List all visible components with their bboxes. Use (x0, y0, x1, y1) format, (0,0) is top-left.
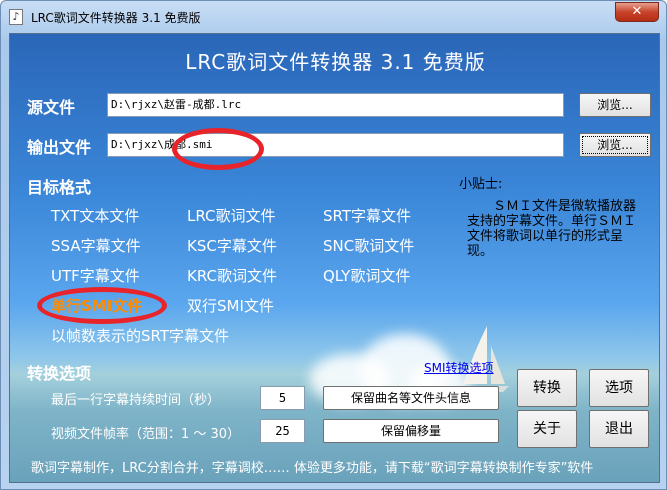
tips-text: ＳＭＩ文件是微软播放器支持的字幕文件。单行ＳＭＩ文件将歌词以单行的形式呈现。 (467, 199, 637, 259)
title-bar: ♪ LRC歌词文件转换器 3.1 免费版 ✕ (1, 1, 666, 33)
close-button[interactable]: ✕ (615, 2, 659, 22)
format-qly[interactable]: QLY歌词文件 (323, 265, 410, 286)
footer-promo-text: 歌词字幕制作，LRC分割合并，字幕调校…… 体验更多功能，请下载“歌词字幕转换制… (31, 461, 594, 476)
source-label: 源文件 (27, 98, 76, 117)
format-krc[interactable]: KRC歌词文件 (187, 265, 277, 286)
app-header-title: LRC歌词文件转换器 3.1 免费版 (185, 50, 486, 74)
about-button[interactable]: 关于 (517, 410, 577, 448)
format-ksc[interactable]: KSC字幕文件 (187, 235, 277, 256)
fps-input[interactable]: 25 (260, 419, 305, 443)
window-title: LRC歌词文件转换器 3.1 免费版 (31, 11, 201, 25)
exit-button[interactable]: 退出 (589, 410, 649, 448)
smi-options-link[interactable]: SMI转换选项 (424, 359, 494, 376)
format-snc[interactable]: SNC歌词文件 (323, 235, 414, 256)
source-browse-button[interactable]: 浏览... (579, 93, 651, 117)
format-txt[interactable]: TXT文本文件 (51, 205, 139, 226)
format-double-smi[interactable]: 双行SMI文件 (187, 295, 274, 316)
last-line-duration-input[interactable]: 5 (260, 386, 305, 410)
annotation-circle (37, 287, 167, 324)
main-panel: LRC歌词文件转换器 3.1 免费版 源文件 D:\rjxz\赵雷-成都.lrc… (9, 33, 660, 483)
music-note-icon: ♪ (9, 9, 23, 25)
output-label: 输出文件 (27, 138, 92, 157)
tips-label: 小贴士: (459, 177, 503, 192)
format-ssa[interactable]: SSA字幕文件 (51, 235, 141, 256)
format-srt[interactable]: SRT字幕文件 (323, 205, 411, 226)
fps-label: 视频文件帧率（范围：1 ～ 30） (51, 427, 241, 442)
annotation-circle (172, 128, 264, 170)
last-line-duration-label: 最后一行字幕持续时间（秒） (51, 393, 221, 408)
app-window: ♪ LRC歌词文件转换器 3.1 免费版 ✕ LRC歌词文件转换器 3.1 免费… (0, 0, 667, 490)
options-button[interactable]: 选项 (589, 369, 649, 407)
target-format-label: 目标格式 (27, 178, 92, 197)
output-browse-button[interactable]: 浏览... (579, 133, 651, 157)
format-utf[interactable]: UTF字幕文件 (51, 265, 140, 286)
source-file-input[interactable]: D:\rjxz\赵雷-成都.lrc (107, 93, 564, 117)
format-lrc[interactable]: LRC歌词文件 (187, 205, 276, 226)
keep-header-button[interactable]: 保留曲名等文件头信息 (323, 386, 499, 410)
convert-options-label: 转换选项 (27, 364, 92, 383)
convert-button[interactable]: 转换 (517, 369, 577, 407)
keep-offset-button[interactable]: 保留偏移量 (323, 419, 499, 443)
format-srt-frames[interactable]: 以帧数表示的SRT字幕文件 (51, 325, 229, 346)
